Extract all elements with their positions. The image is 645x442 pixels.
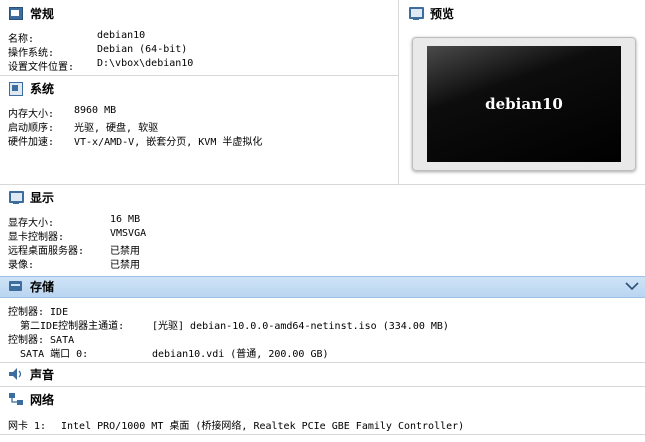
- network-header[interactable]: 网络: [8, 389, 54, 409]
- divider: [0, 75, 398, 76]
- divider: [0, 434, 645, 435]
- divider: [0, 386, 645, 387]
- display-recording-value: 已禁用: [110, 260, 140, 271]
- preview-screen: debian10: [427, 46, 621, 162]
- display-remote-label: 远程桌面服务器:: [8, 246, 85, 257]
- network-adapter1-value: Intel PRO/1000 MT 桌面 (桥接网络, Realtek PCIe…: [61, 421, 465, 432]
- general-location-value: D:\vbox\debian10: [97, 58, 194, 69]
- display-controller-value: VMSVGA: [110, 228, 147, 239]
- audio-header[interactable]: 声音: [8, 364, 54, 384]
- general-os-value: Debian (64-bit): [97, 44, 188, 55]
- system-boot-value: 光驱, 硬盘, 软驱: [74, 123, 159, 134]
- general-location-label: 设置文件位置:: [8, 62, 75, 73]
- display-controller-label: 显卡控制器:: [8, 232, 65, 243]
- system-header[interactable]: 系统: [8, 78, 54, 98]
- storage-icon: [8, 279, 24, 293]
- general-os-label: 操作系统:: [8, 48, 55, 59]
- display-vram-label: 显存大小:: [8, 218, 55, 229]
- audio-title: 声音: [30, 367, 55, 382]
- display-recording-label: 录像:: [8, 260, 35, 271]
- network-icon: [8, 392, 24, 406]
- preview-screen-text: debian10: [485, 95, 563, 113]
- preview-frame: debian10: [412, 37, 636, 171]
- speaker-icon: [8, 367, 24, 381]
- general-header[interactable]: 常规: [8, 3, 54, 23]
- storage-sata-port-label: SATA 端口 0:: [8, 349, 89, 360]
- display-remote-value: 已禁用: [110, 246, 140, 257]
- network-title: 网络: [30, 392, 55, 407]
- display-icon: [8, 190, 24, 204]
- divider: [0, 362, 645, 363]
- display-vram-value: 16 MB: [110, 214, 141, 225]
- general-title: 常规: [30, 6, 55, 21]
- storage-title: 存储: [30, 279, 55, 294]
- system-accel-label: 硬件加速:: [8, 137, 55, 148]
- system-title: 系统: [30, 81, 55, 96]
- system-boot-label: 启动顺序:: [8, 123, 55, 134]
- network-adapter1-label: 网卡 1:: [8, 421, 47, 432]
- system-memory-value: 8960 MB: [74, 105, 117, 116]
- system-memory-label: 内存大小:: [8, 109, 55, 120]
- storage-ide-port-value: [光驱] debian-10.0.0-amd64-netinst.iso (33…: [152, 321, 449, 332]
- general-name-value: debian10: [97, 30, 146, 41]
- storage-header-bar[interactable]: [0, 276, 645, 298]
- system-accel-value: VT-x/AMD-V, 嵌套分页, KVM 半虚拟化: [74, 137, 263, 148]
- storage-ide-port-label: 第二IDE控制器主通道:: [8, 321, 125, 332]
- general-icon: [8, 6, 24, 20]
- divider: [398, 0, 399, 184]
- preview-title: 预览: [430, 6, 455, 21]
- storage-header[interactable]: 存储: [8, 276, 54, 296]
- divider: [0, 184, 645, 185]
- collapse-chevron-icon[interactable]: [624, 280, 640, 292]
- system-icon: [8, 81, 24, 96]
- display-title: 显示: [30, 190, 55, 205]
- display-header[interactable]: 显示: [8, 187, 54, 207]
- general-name-label: 名称:: [8, 34, 35, 45]
- monitor-icon: [408, 6, 424, 20]
- storage-controller-ide: 控制器: IDE: [8, 307, 69, 318]
- preview-header[interactable]: 预览: [408, 3, 454, 23]
- storage-sata-port-value: debian10.vdi (普通, 200.00 GB): [152, 349, 329, 360]
- storage-controller-sata: 控制器: SATA: [8, 335, 75, 346]
